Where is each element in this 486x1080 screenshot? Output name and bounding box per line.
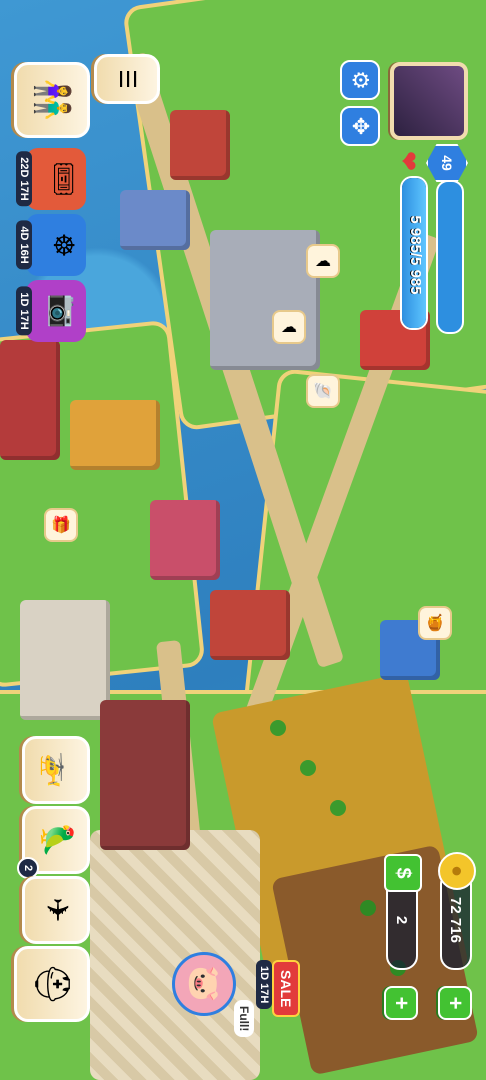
ticket-event-timer: 22D 17H	[16, 151, 32, 207]
move-button[interactable]: ✥	[340, 106, 380, 146]
friends-icon: 👫	[33, 78, 71, 122]
sale-timer: 1D 17H	[256, 960, 272, 1010]
helicopter-icon: 🚁	[40, 751, 73, 789]
airplane-icon: ✈	[40, 897, 73, 923]
hard-hat-icon: ⛑	[33, 962, 71, 1006]
sale-button[interactable]: SALE	[272, 960, 300, 1018]
player-avatar[interactable]	[390, 62, 468, 140]
helm-event-button[interactable]: ☸ 4D 16H	[16, 214, 86, 276]
camera-event-timer: 1D 17H	[16, 286, 32, 336]
settings-button[interactable]: ⚙	[340, 60, 380, 100]
helicopter-button[interactable]: 🚁	[22, 736, 90, 804]
ticket-event-button[interactable]: 🎟 22D 17H	[16, 148, 86, 210]
helm-event-timer: 4D 16H	[16, 220, 32, 270]
coin-icon: ●	[438, 852, 476, 890]
camera-icon: 📷	[48, 293, 79, 329]
energy-text: 5 985/5 985	[407, 215, 424, 295]
coin-amount: 72 716	[447, 897, 465, 943]
add-cash-button[interactable]: +	[384, 986, 418, 1020]
menu-icon: ☰	[115, 69, 140, 89]
pig-icon: 🐷	[187, 965, 221, 1003]
move-arrows-icon: ✥	[348, 116, 373, 136]
piggy-full-label: Full!	[234, 1000, 254, 1038]
cash-icon: $	[384, 854, 422, 892]
parrot-icon: 🦜	[40, 821, 73, 859]
cash-amount: 2	[393, 915, 411, 925]
level-badge[interactable]: 49	[426, 144, 468, 182]
camera-event-button[interactable]: 📷 1D 17H	[16, 280, 86, 342]
level-number: 49	[439, 155, 455, 171]
hard-hat-button[interactable]: ⛑	[14, 946, 90, 1022]
add-coins-button[interactable]: +	[438, 986, 472, 1020]
level-bar	[436, 180, 464, 334]
ship-wheel-icon: ☸	[48, 232, 79, 258]
gear-icon: ⚙	[348, 70, 373, 90]
menu-button[interactable]: ☰	[94, 54, 160, 104]
hud-layer: 👫 ☰ 🎟 22D 17H ☸ 4D 16H 📷 1D 17H ⚙ ✥ ❤ 49…	[0, 0, 486, 1080]
parrot-button[interactable]: 🦜 2	[17, 806, 90, 879]
ticket-icon: 🎟	[48, 161, 79, 197]
friends-button[interactable]: 👫	[14, 62, 90, 138]
sale-timer-alt	[286, 952, 290, 964]
heart-icon: ❤	[394, 150, 421, 172]
piggy-bank-button[interactable]: 🐷	[172, 952, 236, 1016]
airplane-button[interactable]: ✈	[22, 876, 90, 944]
